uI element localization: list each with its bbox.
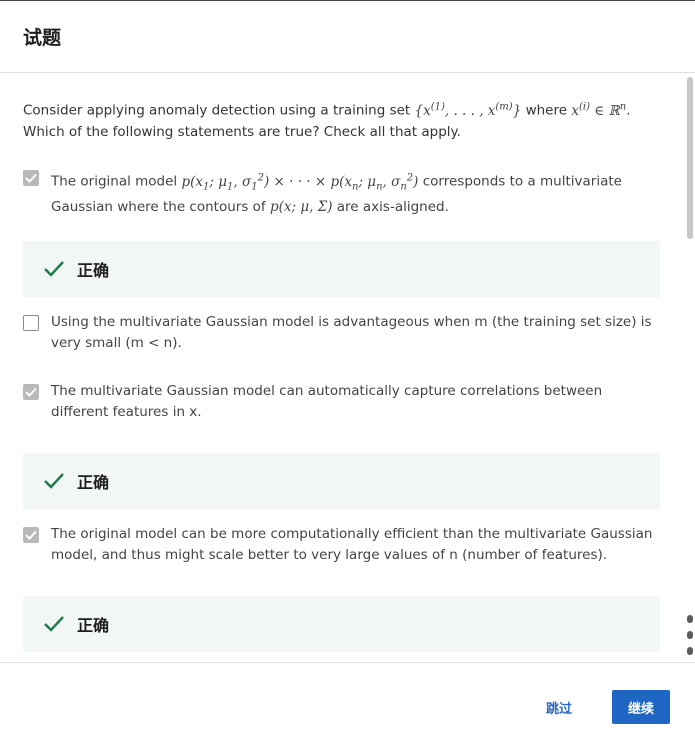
option-1-text-c: are axis-aligned. [332,199,449,216]
option-3-checkbox[interactable] [23,384,39,400]
skip-button[interactable]: 跳过 [531,690,587,724]
option-1-math-a: p(x1; μ1, σ12) × · · · × p(xn; μn, σn2) [181,172,419,193]
option-3-feedback: 正确 [23,453,660,509]
checkmark-icon [25,387,37,397]
scroll-dot [687,647,693,655]
question-math-set: {x(1), . . . , x(m)} [414,101,522,119]
correct-check-icon [44,261,64,277]
quiz-modal: 试题 Consider applying anomaly detection u… [0,0,695,745]
scrollbar-thumb[interactable] [687,77,693,239]
option-1-math-b: p(x; μ, Σ) [269,199,333,216]
feedback-label: 正确 [77,261,110,280]
scroll-dot [687,615,693,623]
option-2-label: Using the multivariate Gaussian model is… [51,314,652,351]
continue-button[interactable]: 继续 [612,690,670,724]
question-where: where [521,102,572,119]
modal-footer: 跳过 继续 [0,662,695,745]
scroll-indicator [687,615,693,663]
question-math-member: x(i) ∈ ℝn [571,101,627,119]
checkmark-icon [25,530,37,540]
option-1-checkbox[interactable] [23,170,39,186]
option-4[interactable]: The original model can be more computati… [23,524,653,566]
option-1-label: The original model p(x1; μ1, σ12) × · · … [51,167,653,218]
option-3-label: The multivariate Gaussian model can auto… [51,383,603,420]
option-2-checkbox[interactable] [23,315,39,331]
question-intro: Consider applying anomaly detection usin… [23,102,415,119]
option-4-checkbox[interactable] [23,527,39,543]
option-4-label: The original model can be more computati… [51,526,653,563]
feedback-label: 正确 [77,616,110,635]
option-1-feedback: 正确 [23,241,660,297]
checkmark-icon [25,173,37,183]
scroll-dot [687,631,693,639]
quiz-content[interactable]: Consider applying anomaly detection usin… [0,74,695,662]
modal-title: 试题 [23,27,62,49]
feedback-label: 正确 [77,473,110,492]
modal-header: 试题 [0,1,695,73]
option-2[interactable]: Using the multivariate Gaussian model is… [23,312,653,354]
option-4-feedback: 正确 [23,596,660,652]
option-1[interactable]: The original model p(x1; μ1, σ12) × · · … [23,167,653,218]
correct-check-icon [44,473,64,489]
option-3[interactable]: The multivariate Gaussian model can auto… [23,381,653,423]
correct-check-icon [44,616,64,632]
question-text: Consider applying anomaly detection usin… [23,96,653,143]
option-1-text-a: The original model [51,173,182,190]
